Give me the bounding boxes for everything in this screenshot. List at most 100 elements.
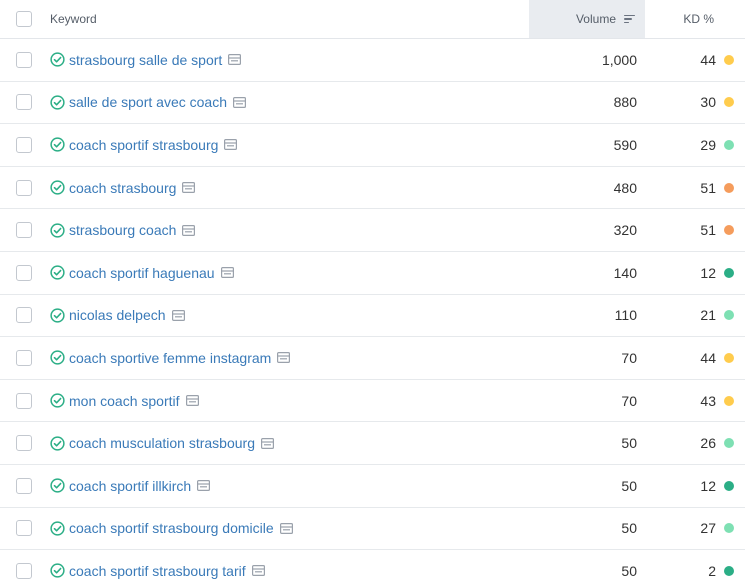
table-row: coach sportif haguenau 140 12 xyxy=(0,252,745,295)
serp-features-icon[interactable] xyxy=(251,565,265,577)
row-checkbox-cell xyxy=(0,337,48,379)
table-row: coach sportif strasbourg tarif 50 2 xyxy=(0,550,745,588)
row-checkbox[interactable] xyxy=(16,179,32,196)
kd-cell: 51 xyxy=(645,209,745,251)
keyword-link[interactable]: coach sportif strasbourg xyxy=(69,137,218,153)
row-checkbox[interactable] xyxy=(16,520,32,537)
keyword-cell: salle de sport avec coach xyxy=(48,82,529,124)
keyword-link[interactable]: salle de sport avec coach xyxy=(69,94,227,110)
row-checkbox[interactable] xyxy=(16,51,32,68)
volume-value: 880 xyxy=(613,94,637,111)
kd-difficulty-dot xyxy=(724,97,734,108)
keyword-link[interactable]: strasbourg salle de sport xyxy=(69,52,222,68)
table-row: mon coach sportif 70 43 xyxy=(0,380,745,423)
kd-difficulty-dot xyxy=(724,54,734,65)
keyword-link[interactable]: coach strasbourg xyxy=(69,180,176,196)
volume-header-label: Volume xyxy=(575,12,616,26)
volume-cell: 140 xyxy=(529,252,645,294)
row-checkbox[interactable] xyxy=(16,392,32,409)
keyword-table: Keyword Volume KD % strasbourg salle de … xyxy=(0,0,745,588)
row-checkbox[interactable] xyxy=(16,477,32,494)
serp-features-icon[interactable] xyxy=(171,309,185,321)
row-checkbox[interactable] xyxy=(16,349,32,366)
keyword-cell: coach strasbourg xyxy=(48,167,529,209)
table-row: coach sportive femme instagram 70 44 xyxy=(0,337,745,380)
kd-difficulty-dot xyxy=(724,225,734,236)
keyword-cell: coach sportif haguenau xyxy=(48,252,529,294)
serp-features-icon[interactable] xyxy=(224,139,238,151)
serp-features-icon[interactable] xyxy=(185,395,199,407)
serp-features-icon[interactable] xyxy=(232,96,246,108)
row-checkbox[interactable] xyxy=(16,307,32,324)
check-circle-icon xyxy=(50,478,65,493)
table-row: coach sportif illkirch 50 12 xyxy=(0,465,745,508)
sort-descending-icon[interactable] xyxy=(624,14,635,24)
kd-cell: 43 xyxy=(645,380,745,422)
table-header: Keyword Volume KD % xyxy=(0,0,745,39)
kd-column-header[interactable]: KD % xyxy=(645,0,745,38)
volume-value: 70 xyxy=(621,392,637,409)
kd-value: 51 xyxy=(700,179,716,196)
row-checkbox[interactable] xyxy=(16,562,32,579)
row-checkbox[interactable] xyxy=(16,435,32,452)
kd-difficulty-dot xyxy=(724,182,734,193)
volume-cell: 50 xyxy=(529,465,645,507)
keyword-column-header[interactable]: Keyword xyxy=(48,0,529,38)
volume-value: 50 xyxy=(621,562,637,579)
keyword-link[interactable]: coach musculation strasbourg xyxy=(69,435,255,451)
row-checkbox[interactable] xyxy=(16,264,32,281)
row-checkbox-cell xyxy=(0,422,48,464)
kd-difficulty-dot xyxy=(724,565,734,576)
keyword-cell: strasbourg salle de sport xyxy=(48,39,529,81)
row-checkbox[interactable] xyxy=(16,136,32,153)
row-checkbox-cell xyxy=(0,252,48,294)
kd-cell: 44 xyxy=(645,39,745,81)
serp-features-icon[interactable] xyxy=(277,352,291,364)
volume-cell: 50 xyxy=(529,550,645,588)
serp-features-icon[interactable] xyxy=(279,522,293,534)
row-checkbox-cell xyxy=(0,295,48,337)
keyword-link[interactable]: coach sportif strasbourg domicile xyxy=(69,520,274,536)
keyword-link[interactable]: coach sportif strasbourg tarif xyxy=(69,563,246,579)
serp-features-icon[interactable] xyxy=(228,54,242,66)
keyword-link[interactable]: nicolas delpech xyxy=(69,307,166,323)
volume-value: 50 xyxy=(621,520,637,537)
volume-value: 480 xyxy=(613,179,637,196)
keyword-link[interactable]: coach sportif illkirch xyxy=(69,478,191,494)
keyword-cell: coach sportive femme instagram xyxy=(48,337,529,379)
volume-column-header[interactable]: Volume xyxy=(529,0,645,38)
row-checkbox[interactable] xyxy=(16,94,32,111)
serp-features-icon[interactable] xyxy=(182,182,196,194)
kd-cell: 51 xyxy=(645,167,745,209)
kd-cell: 30 xyxy=(645,82,745,124)
volume-cell: 70 xyxy=(529,380,645,422)
kd-value: 21 xyxy=(700,307,716,324)
row-checkbox-cell xyxy=(0,124,48,166)
keyword-link[interactable]: coach sportif haguenau xyxy=(69,265,215,281)
keyword-link[interactable]: mon coach sportif xyxy=(69,393,180,409)
row-checkbox-cell xyxy=(0,508,48,550)
row-checkbox[interactable] xyxy=(16,222,32,239)
kd-cell: 2 xyxy=(645,550,745,588)
serp-features-icon[interactable] xyxy=(261,437,274,449)
volume-cell: 320 xyxy=(529,209,645,251)
kd-difficulty-dot xyxy=(724,139,734,150)
serp-features-icon[interactable] xyxy=(197,480,211,492)
check-circle-icon xyxy=(50,563,65,579)
keyword-link[interactable]: coach sportive femme instagram xyxy=(69,350,271,366)
keyword-link[interactable]: strasbourg coach xyxy=(69,222,176,238)
select-all-checkbox[interactable] xyxy=(16,11,32,27)
kd-value: 43 xyxy=(700,392,716,409)
row-checkbox-cell xyxy=(0,550,48,588)
volume-cell: 70 xyxy=(529,337,645,379)
kd-value: 12 xyxy=(700,264,716,281)
kd-value: 2 xyxy=(708,562,716,579)
serp-features-icon[interactable] xyxy=(220,267,234,279)
serp-features-icon[interactable] xyxy=(182,224,196,236)
kd-value: 51 xyxy=(700,222,716,239)
table-row: strasbourg salle de sport 1,000 44 xyxy=(0,39,745,82)
keyword-cell: coach musculation strasbourg xyxy=(48,422,529,464)
keyword-cell: coach sportif strasbourg tarif xyxy=(48,550,529,588)
kd-header-label: KD % xyxy=(683,12,714,26)
kd-cell: 29 xyxy=(645,124,745,166)
